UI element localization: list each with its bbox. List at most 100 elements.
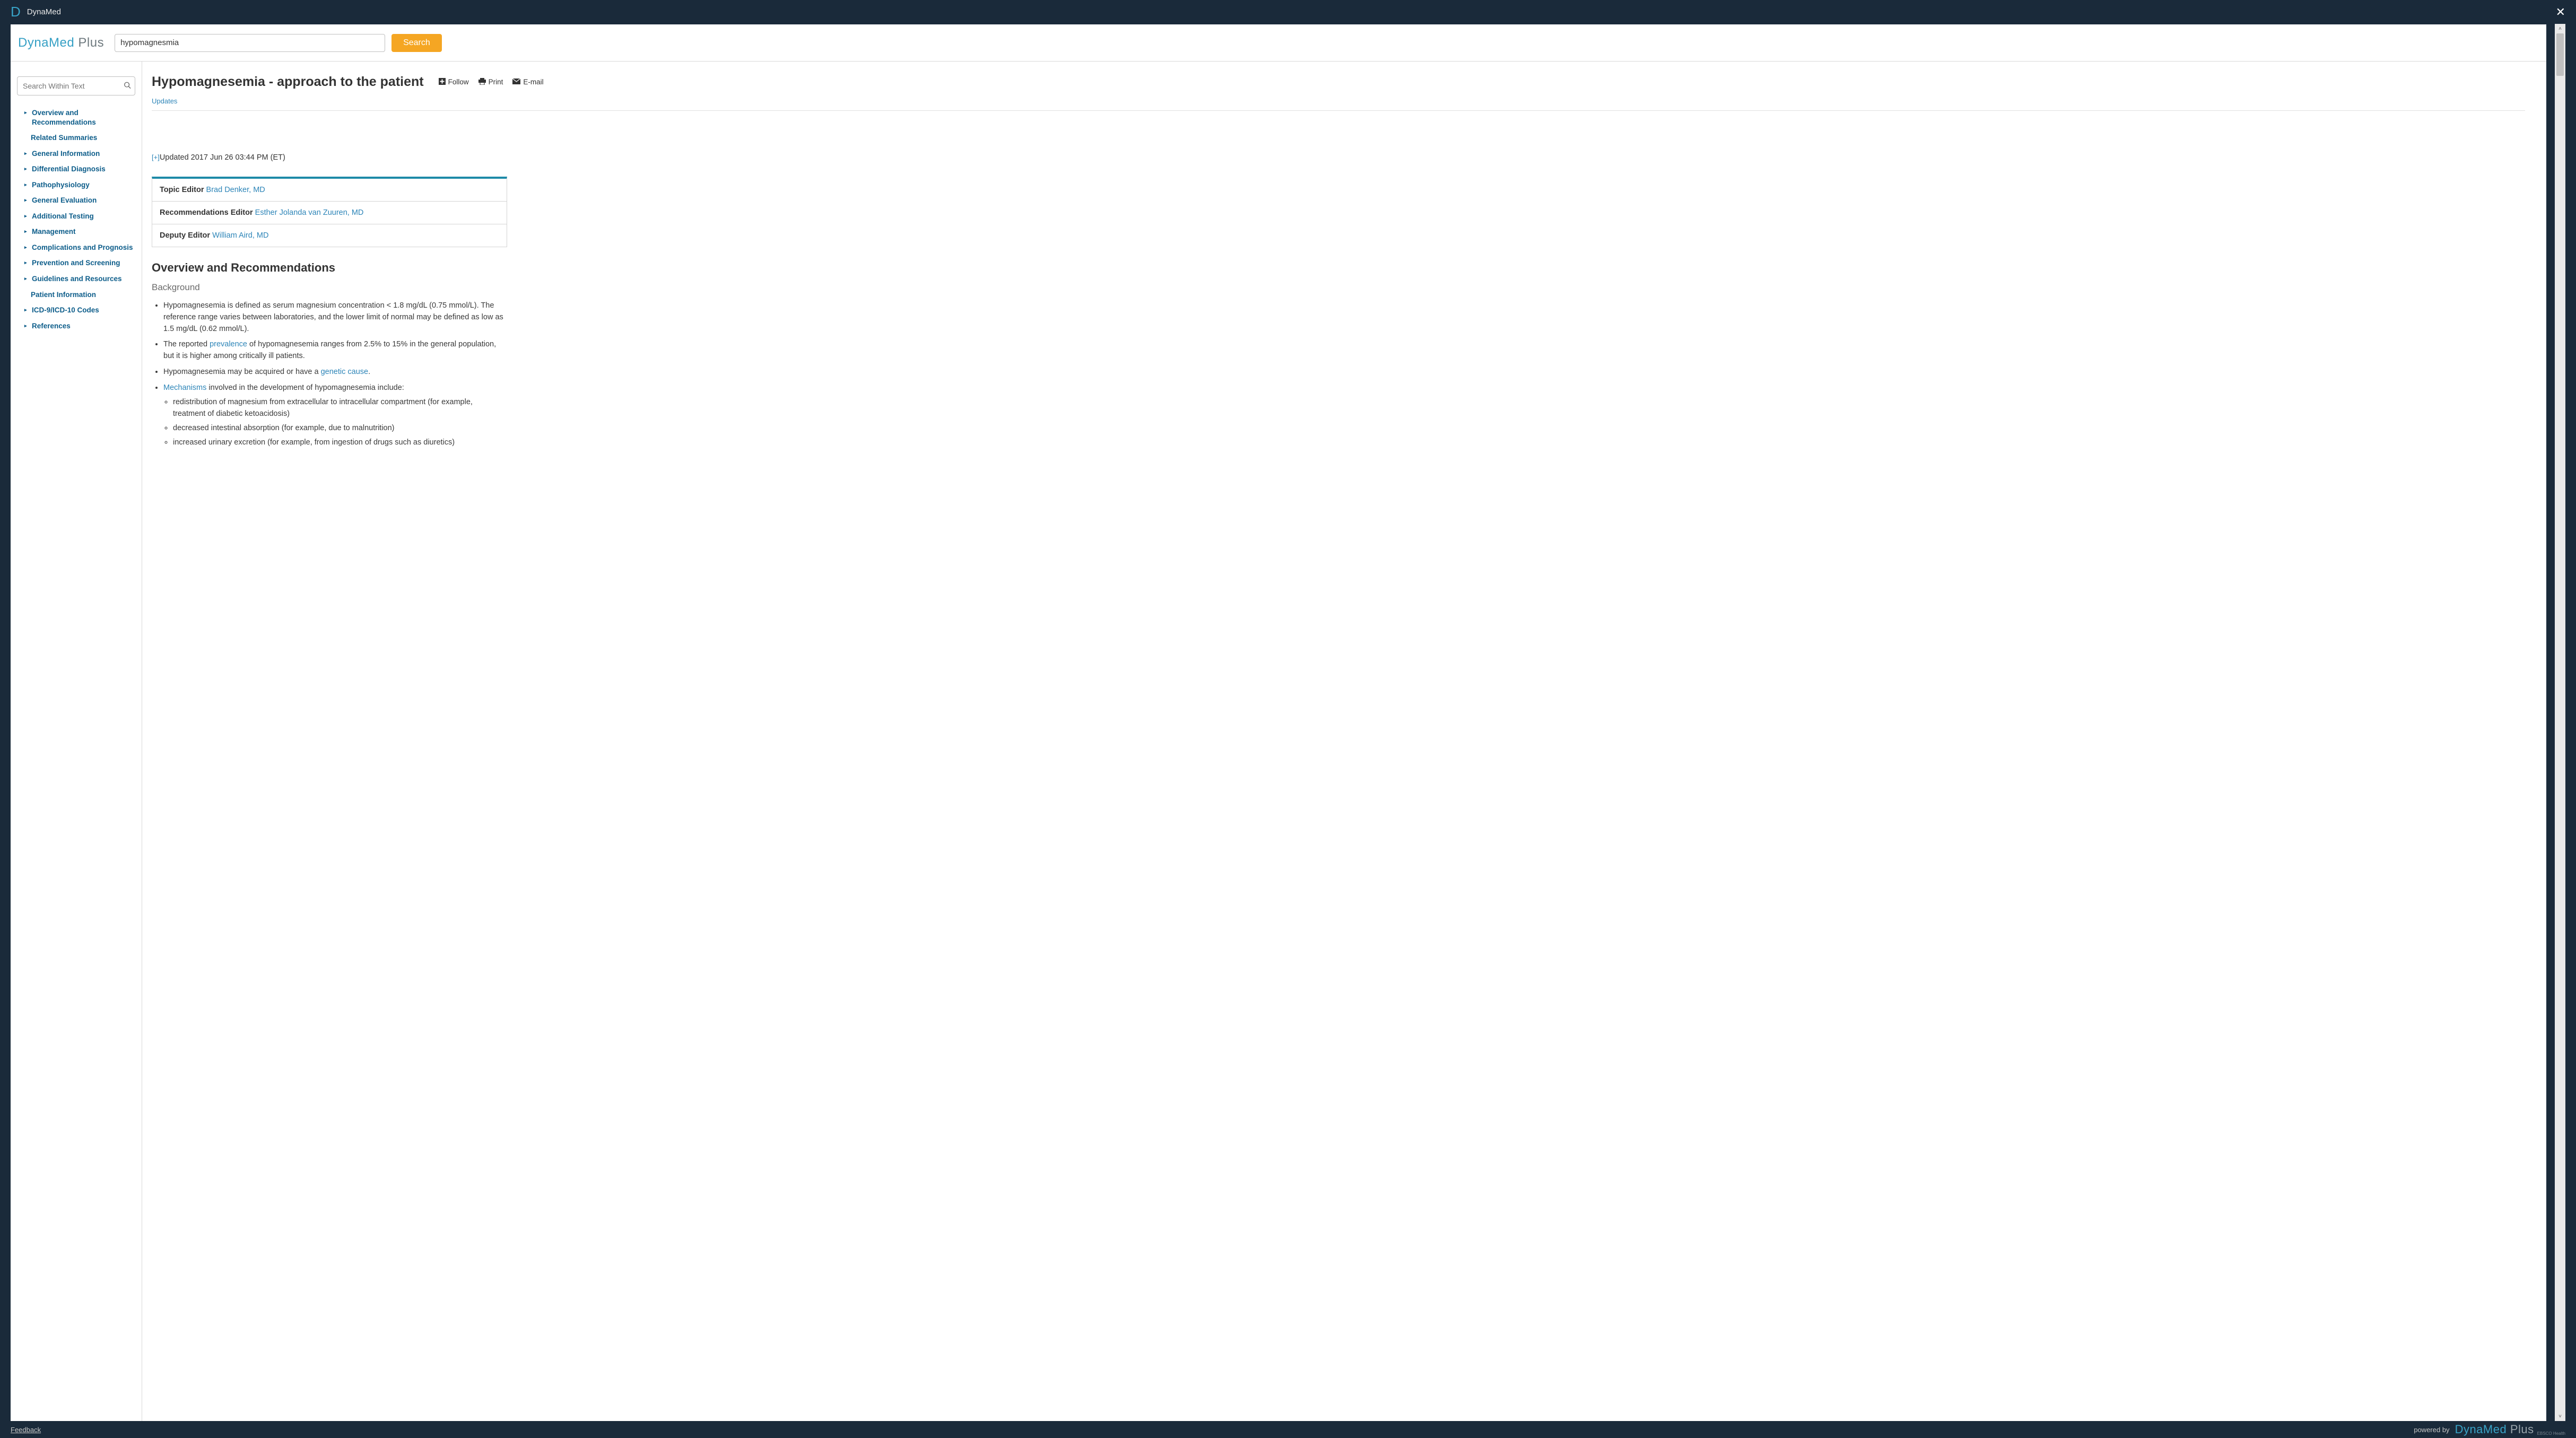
list-item: Mechanisms involved in the development o…: [163, 382, 507, 449]
header-bar: DynaMed Plus Search: [11, 24, 2546, 62]
footer-sublabel: EBSCO Health: [2537, 1431, 2565, 1436]
updates-link[interactable]: Updates: [152, 97, 177, 105]
search-button[interactable]: Search: [391, 34, 442, 52]
email-label: E-mail: [523, 78, 543, 86]
text: Hypomagnesemia may be acquired or have a: [163, 368, 321, 376]
editor-role: Recommendations Editor: [160, 208, 253, 217]
mechanisms-link[interactable]: Mechanisms: [163, 384, 206, 392]
search-icon[interactable]: [124, 82, 131, 91]
search-input[interactable]: [115, 34, 385, 52]
sidebar: ▸Overview and Recommendations Related Su…: [11, 62, 142, 1421]
app-title: DynaMed: [27, 7, 61, 16]
sidebar-item-general-evaluation[interactable]: ▸General Evaluation: [17, 193, 135, 208]
app-logo-icon: D: [11, 4, 21, 20]
print-button[interactable]: Print: [478, 78, 503, 86]
plus-icon: [439, 78, 446, 86]
sidebar-item-management[interactable]: ▸Management: [17, 224, 135, 240]
editor-name-link[interactable]: William Aird, MD: [212, 231, 268, 240]
content-frame: DynaMed Plus Search ▸Overview and Recomm…: [11, 24, 2546, 1421]
scroll-track[interactable]: [2555, 33, 2565, 1411]
sidebar-item-pathophysiology[interactable]: ▸Pathophysiology: [17, 177, 135, 193]
sidebar-item-label: Patient Information: [31, 290, 96, 300]
sidebar-item-references[interactable]: ▸References: [17, 318, 135, 334]
footer-brand-logo: DynaMed Plus: [2455, 1423, 2534, 1436]
editor-row: Recommendations Editor Esther Jolanda va…: [152, 201, 507, 224]
email-icon: [512, 78, 520, 86]
scroll-thumb[interactable]: [2556, 33, 2564, 76]
brand-logo-suffix: Plus: [74, 36, 104, 50]
genetic-cause-link[interactable]: genetic cause: [321, 368, 368, 376]
chevron-right-icon: ▸: [24, 197, 31, 204]
editor-name-link[interactable]: Esther Jolanda van Zuuren, MD: [255, 208, 364, 217]
footer-logo-main: DynaMed: [2455, 1423, 2507, 1436]
footer: Feedback powered by DynaMed Plus EBSCO H…: [0, 1421, 2576, 1438]
sidebar-item-patient-information[interactable]: Patient Information: [17, 287, 135, 303]
sidebar-item-label: Additional Testing: [32, 212, 94, 221]
chevron-right-icon: ▸: [24, 151, 31, 157]
list-item: increased urinary excretion (for example…: [173, 437, 507, 449]
app-chrome: D DynaMed ✕: [0, 0, 2576, 24]
editor-name-link[interactable]: Brad Denker, MD: [206, 186, 265, 194]
sidebar-item-overview[interactable]: ▸Overview and Recommendations: [17, 105, 135, 130]
sidebar-item-complications-prognosis[interactable]: ▸Complications and Prognosis: [17, 240, 135, 256]
sidebar-item-label: ICD-9/ICD-10 Codes: [32, 306, 99, 315]
sidebar-item-general-information[interactable]: ▸General Information: [17, 146, 135, 162]
close-icon[interactable]: ✕: [2556, 5, 2565, 19]
sidebar-item-label: General Information: [32, 149, 100, 159]
chevron-right-icon: ▸: [24, 260, 31, 266]
chevron-right-icon: ▸: [24, 323, 31, 329]
sidebar-item-label: Pathophysiology: [32, 180, 90, 190]
nav-list: ▸Overview and Recommendations Related Su…: [17, 105, 135, 334]
sidebar-item-label: References: [32, 321, 71, 331]
list-item: decreased intestinal absorption (for exa…: [173, 423, 507, 434]
subheading: Background: [152, 282, 2525, 293]
sidebar-item-label: Management: [32, 227, 76, 237]
divider: [152, 110, 2525, 111]
body-row: ▸Overview and Recommendations Related Su…: [11, 62, 2546, 1421]
list-item: redistribution of magnesium from extrace…: [173, 397, 507, 420]
search-within-wrapper: [17, 76, 135, 95]
sidebar-item-guidelines-resources[interactable]: ▸Guidelines and Resources: [17, 271, 135, 287]
feedback-link[interactable]: Feedback: [11, 1426, 41, 1434]
sidebar-item-label: Related Summaries: [31, 133, 97, 143]
sidebar-item-label: General Evaluation: [32, 196, 97, 205]
sidebar-item-icd-codes[interactable]: ▸ICD-9/ICD-10 Codes: [17, 302, 135, 318]
text: involved in the development of hypomagne…: [206, 384, 404, 392]
title-row: Hypomagnesemia - approach to the patient…: [152, 74, 2525, 90]
bullet-list: Hypomagnesemia is defined as serum magne…: [152, 300, 507, 448]
chevron-right-icon: ▸: [24, 166, 31, 172]
chevron-right-icon: ▸: [24, 213, 31, 220]
print-icon: [478, 78, 486, 86]
search-within-input[interactable]: [17, 76, 135, 95]
editor-row: Deputy Editor William Aird, MD: [152, 224, 507, 247]
sub-bullet-list: redistribution of magnesium from extrace…: [163, 397, 507, 448]
chevron-right-icon: ▸: [24, 110, 31, 116]
prevalence-link[interactable]: prevalence: [210, 340, 247, 348]
sidebar-item-related-summaries[interactable]: Related Summaries: [17, 130, 135, 146]
scrollbar[interactable]: ˄ ˅: [2555, 24, 2565, 1421]
chevron-right-icon: ▸: [24, 245, 31, 251]
sidebar-item-additional-testing[interactable]: ▸Additional Testing: [17, 208, 135, 224]
editor-box: Topic Editor Brad Denker, MD Recommendat…: [152, 177, 507, 247]
page-title: Hypomagnesemia - approach to the patient: [152, 74, 424, 90]
sidebar-item-differential-diagnosis[interactable]: ▸Differential Diagnosis: [17, 161, 135, 177]
email-button[interactable]: E-mail: [512, 78, 543, 86]
text: .: [368, 368, 370, 376]
follow-label: Follow: [448, 78, 469, 86]
brand-logo-main: DynaMed: [18, 36, 74, 50]
follow-button[interactable]: Follow: [439, 78, 469, 86]
sidebar-item-prevention-screening[interactable]: ▸Prevention and Screening: [17, 255, 135, 271]
scroll-up-icon[interactable]: ˄: [2555, 24, 2565, 33]
content-shell: DynaMed Plus Search ▸Overview and Recomm…: [11, 24, 2565, 1421]
expand-toggle[interactable]: [+]: [152, 153, 160, 161]
brand-logo[interactable]: DynaMed Plus: [18, 36, 104, 50]
list-item: Hypomagnesemia is defined as serum magne…: [163, 300, 507, 335]
chevron-right-icon: ▸: [24, 307, 31, 313]
list-item: The reported prevalence of hypomagnesemi…: [163, 339, 507, 362]
updated-line: [+]Updated 2017 Jun 26 03:44 PM (ET): [152, 153, 2525, 162]
scroll-down-icon[interactable]: ˅: [2555, 1411, 2565, 1421]
sidebar-item-label: Prevention and Screening: [32, 258, 120, 268]
editor-row: Topic Editor Brad Denker, MD: [152, 179, 507, 201]
sidebar-item-label: Complications and Prognosis: [32, 243, 133, 252]
print-label: Print: [489, 78, 503, 86]
